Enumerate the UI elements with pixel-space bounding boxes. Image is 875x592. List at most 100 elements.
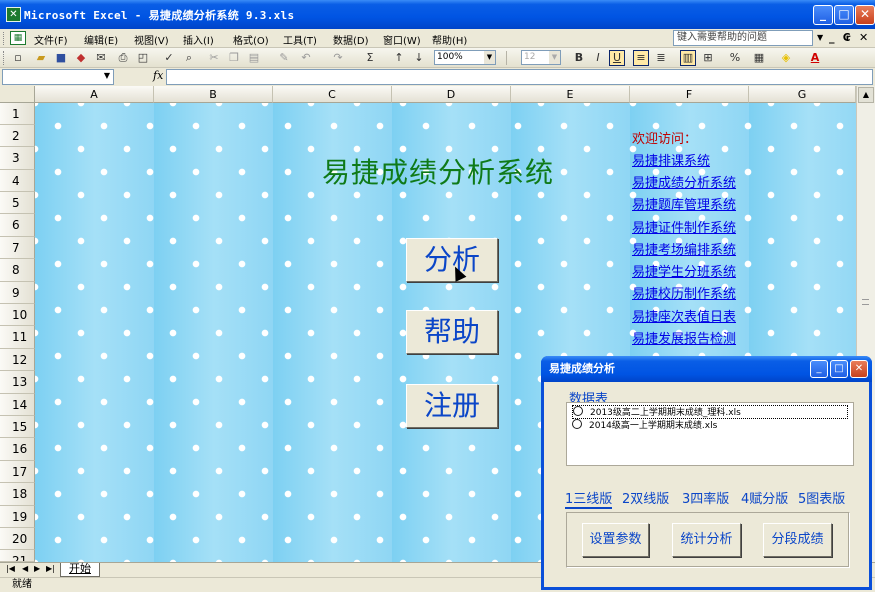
segment-scores-button[interactable]: 分段成绩 <box>763 523 832 557</box>
new-icon[interactable]: ▫ <box>10 50 26 66</box>
font-size-dropdown-icon[interactable]: ▼ <box>549 51 560 64</box>
last-sheet-icon[interactable]: ▶| <box>46 564 55 573</box>
link-school-calendar[interactable]: 易捷校历制作系统 <box>632 283 736 302</box>
register-button[interactable]: 注册 <box>406 384 498 428</box>
name-box-dropdown-icon[interactable]: ▼ <box>104 71 110 80</box>
dialog-maximize-button[interactable]: □ <box>830 360 848 378</box>
align-justify-icon[interactable]: ▥ <box>680 50 696 66</box>
link-question-bank[interactable]: 易捷题库管理系统 <box>632 194 736 213</box>
save-icon[interactable]: ■ <box>53 50 69 66</box>
maximize-button[interactable]: □ <box>834 5 854 25</box>
row-header[interactable]: 17 <box>0 461 35 483</box>
menu-help[interactable]: 帮助(H) <box>432 32 467 47</box>
help-question-input[interactable]: 键入需要帮助的问题 <box>673 30 813 46</box>
row-header[interactable]: 9 <box>0 282 35 304</box>
row-header[interactable]: 5 <box>0 192 35 214</box>
sheet-tab-start[interactable]: 开始 <box>60 563 100 577</box>
align-center-icon[interactable]: ≣ <box>653 50 669 66</box>
excel-app-icon[interactable]: ✕ <box>6 7 21 22</box>
scroll-thumb[interactable] <box>862 299 869 305</box>
link-development-report[interactable]: 易捷发展报告检测 <box>632 328 736 347</box>
row-header[interactable]: 8 <box>0 259 35 282</box>
row-header[interactable]: 21 <box>0 550 35 562</box>
zoom-select[interactable]: 100% ▼ <box>434 50 496 65</box>
formula-input[interactable] <box>166 69 873 85</box>
bold-button[interactable]: B <box>571 50 587 66</box>
spelling-icon[interactable]: ✓ <box>161 50 177 66</box>
close-button[interactable]: ✕ <box>855 5 875 25</box>
italic-button[interactable]: I <box>590 50 606 66</box>
statistical-analysis-button[interactable]: 统计分析 <box>672 523 741 557</box>
menu-window[interactable]: 窗口(W) <box>383 32 421 47</box>
redo-icon[interactable]: ↷ <box>330 50 346 66</box>
fill-color-icon[interactable]: ◈ <box>778 50 794 66</box>
toolbar-grip[interactable] <box>3 32 6 45</box>
row-header[interactable]: 15 <box>0 416 35 438</box>
tab-three-line[interactable]: 1三线版 <box>565 488 613 509</box>
menu-edit[interactable]: 编辑(E) <box>84 32 118 47</box>
cut-icon[interactable]: ✂ <box>206 50 222 66</box>
column-header-c[interactable]: C <box>273 86 392 103</box>
help-dropdown-icon[interactable]: ▼ <box>817 33 823 42</box>
menu-format[interactable]: 格式(O) <box>233 32 269 47</box>
undo-icon[interactable]: ↶ <box>298 50 314 66</box>
workbook-close-button[interactable]: ✕ <box>859 31 868 44</box>
row-header[interactable]: 12 <box>0 349 35 371</box>
row-header[interactable]: 2 <box>0 125 35 147</box>
row-header[interactable]: 20 <box>0 528 35 550</box>
zoom-dropdown-icon[interactable]: ▼ <box>484 51 495 64</box>
row-header[interactable]: 1 <box>0 103 35 125</box>
email-icon[interactable]: ✉ <box>93 50 109 66</box>
insert-function-icon[interactable]: fx <box>153 69 163 82</box>
link-scheduling[interactable]: 易捷排课系统 <box>632 150 710 169</box>
font-size-select[interactable]: 12 ▼ <box>521 50 561 65</box>
list-item[interactable]: 2013级高二上学期期末成绩_理科.xls <box>572 405 848 419</box>
autosum-icon[interactable]: Σ <box>362 50 378 66</box>
align-left-icon[interactable]: ≡ <box>633 50 649 66</box>
column-header-a[interactable]: A <box>35 86 154 103</box>
set-parameters-button[interactable]: 设置参数 <box>582 523 649 557</box>
first-sheet-icon[interactable]: |◀ <box>6 564 15 573</box>
row-header[interactable]: 6 <box>0 214 35 237</box>
dialog-minimize-button[interactable]: _ <box>810 360 828 378</box>
row-header[interactable]: 19 <box>0 506 35 528</box>
tab-double-line[interactable]: 2双线版 <box>622 488 669 507</box>
next-sheet-icon[interactable]: ▶ <box>34 564 40 573</box>
tab-four-rate[interactable]: 3四率版 <box>682 488 729 507</box>
menu-view[interactable]: 视图(V) <box>134 32 169 47</box>
datatable-listbox[interactable]: 2013级高二上学期期末成绩_理科.xls 2014级高一上学期期末成绩.xls <box>566 402 854 466</box>
column-header-f[interactable]: F <box>630 86 749 103</box>
link-seating-chart[interactable]: 易捷座次表值日表 <box>632 306 736 325</box>
dialog-close-button[interactable]: ✕ <box>850 360 868 378</box>
row-header[interactable]: 3 <box>0 147 35 170</box>
row-header[interactable]: 4 <box>0 170 35 192</box>
tab-chart[interactable]: 5图表版 <box>798 488 845 507</box>
link-exam-room[interactable]: 易捷考场编排系统 <box>632 239 736 258</box>
column-header-d[interactable]: D <box>392 86 511 103</box>
menu-insert[interactable]: 插入(I) <box>183 32 214 47</box>
scroll-up-icon[interactable]: ▲ <box>858 87 874 103</box>
column-header-g[interactable]: G <box>749 86 856 103</box>
link-certificate[interactable]: 易捷证件制作系统 <box>632 217 736 236</box>
minimize-button[interactable]: _ <box>813 5 833 25</box>
row-header[interactable]: 7 <box>0 237 35 259</box>
tab-scoring[interactable]: 4赋分版 <box>741 488 788 507</box>
workbook-restore-button[interactable]: ₢ <box>843 31 851 44</box>
borders-icon[interactable]: ▦ <box>751 50 767 66</box>
underline-button[interactable]: U <box>609 50 625 66</box>
font-color-icon[interactable]: A <box>807 50 823 66</box>
help-button[interactable]: 帮助 <box>406 310 498 354</box>
permission-icon[interactable]: ◆ <box>73 50 89 66</box>
link-class-division[interactable]: 易捷学生分班系统 <box>632 261 736 280</box>
research-icon[interactable]: ⌕ <box>181 50 197 66</box>
open-icon[interactable]: ▰ <box>33 50 49 66</box>
menu-file[interactable]: 文件(F) <box>34 32 68 47</box>
row-header[interactable]: 11 <box>0 326 35 349</box>
sort-descending-icon[interactable]: ↓ <box>411 50 427 66</box>
workbook-icon[interactable]: ▦ <box>10 31 26 45</box>
select-all-corner[interactable] <box>0 86 35 103</box>
column-header-b[interactable]: B <box>154 86 273 103</box>
name-box[interactable]: ▼ <box>2 69 114 85</box>
row-header[interactable]: 18 <box>0 483 35 506</box>
format-painter-icon[interactable]: ✎ <box>276 50 292 66</box>
